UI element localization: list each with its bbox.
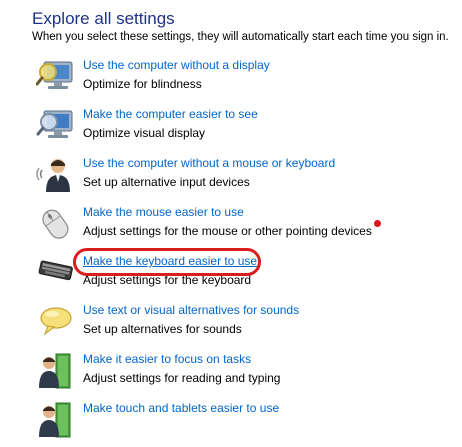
setting-item-touch-tablets: Make touch and tablets easier to use xyxy=(36,401,456,447)
page-subtitle: When you select these settings, they wil… xyxy=(32,31,449,43)
page-title: Explore all settings xyxy=(32,9,175,28)
setting-link[interactable]: Use text or visual alternatives for soun… xyxy=(83,303,299,317)
highlight-annotation xyxy=(73,248,261,276)
person-book-icon xyxy=(36,352,76,392)
setting-item-mouse-easier: Make the mouse easier to use Adjust sett… xyxy=(36,205,456,251)
setting-link[interactable]: Make the mouse easier to use xyxy=(83,205,244,219)
mouse-icon xyxy=(36,205,76,245)
setting-link[interactable]: Use the computer without a mouse or keyb… xyxy=(83,156,335,170)
setting-link[interactable]: Make the computer easier to see xyxy=(83,107,258,121)
setting-item-easier-to-see: Make the computer easier to see Optimize… xyxy=(36,107,456,153)
person-book-icon xyxy=(36,401,76,441)
monitor-magnifier-icon xyxy=(36,107,76,147)
setting-item-focus-tasks: Make it easier to focus on tasks Adjust … xyxy=(36,352,456,398)
setting-link[interactable]: Make it easier to focus on tasks xyxy=(83,352,251,366)
red-dot-annotation xyxy=(374,220,381,227)
keyboard-icon xyxy=(36,254,76,294)
speech-bubble-icon xyxy=(36,303,76,343)
setting-description: Set up alternatives for sounds xyxy=(83,322,242,336)
setting-description: Adjust settings for reading and typing xyxy=(83,371,281,385)
setting-item-sound-alternatives: Use text or visual alternatives for soun… xyxy=(36,303,456,349)
setting-description: Set up alternative input devices xyxy=(83,175,250,189)
setting-link[interactable]: Make touch and tablets easier to use xyxy=(83,401,279,415)
setting-item-without-display: Use the computer without a display Optim… xyxy=(35,58,456,104)
person-speaking-icon xyxy=(36,156,76,196)
setting-description: Optimize for blindness xyxy=(83,77,202,91)
setting-link[interactable]: Use the computer without a display xyxy=(83,58,270,72)
explore-settings-page: Explore all settings When you select the… xyxy=(0,0,462,438)
monitor-magnifier-icon xyxy=(35,58,76,98)
setting-item-without-mouse-keyboard: Use the computer without a mouse or keyb… xyxy=(36,156,456,202)
setting-description: Optimize visual display xyxy=(83,126,206,140)
setting-description: Adjust settings for the mouse or other p… xyxy=(83,224,372,238)
